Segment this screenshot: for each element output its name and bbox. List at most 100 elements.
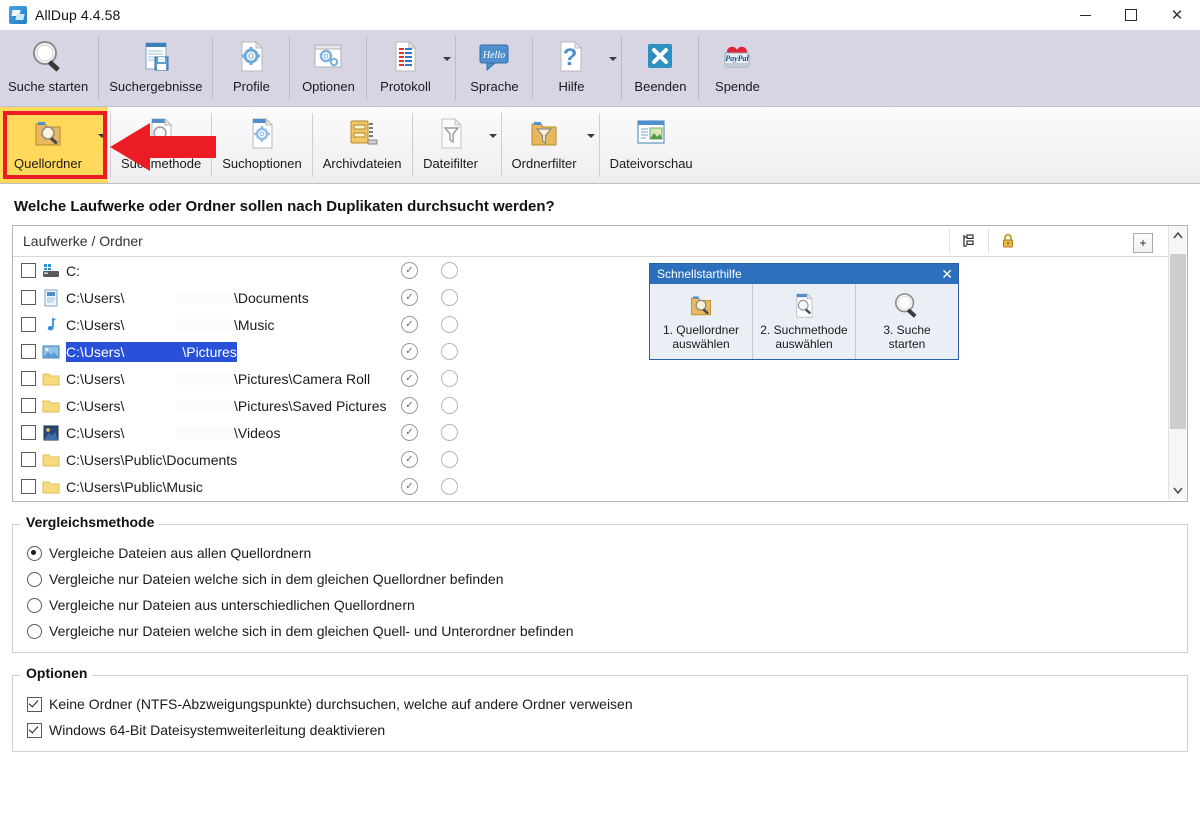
row-checkbox[interactable] — [21, 452, 36, 467]
table-row[interactable]: C:\Users\ \Pictures\Camera Roll ✓ — [13, 365, 1187, 392]
toolbar-button-optionen[interactable]: Optionen — [292, 30, 364, 106]
include-check-icon[interactable]: ✓ — [401, 343, 418, 360]
scroll-up-arrow-icon[interactable] — [1169, 226, 1187, 244]
lock-radio[interactable] — [441, 262, 458, 279]
videos-icon — [42, 424, 60, 442]
hilfe-dropdown-arrow[interactable] — [607, 30, 619, 106]
toolbar-button-dateivorschau[interactable]: Dateivorschau — [602, 107, 701, 183]
radio-option-all-source-folders[interactable]: Vergleiche Dateien aus allen Quellordner… — [27, 540, 1187, 566]
include-check-icon[interactable]: ✓ — [401, 424, 418, 441]
radio-icon[interactable] — [27, 571, 42, 587]
lock-radio[interactable] — [441, 451, 458, 468]
table-row[interactable]: C:\Users\ \Documents ✓ — [13, 284, 1187, 311]
toolbar-label: Profile — [233, 79, 270, 94]
protokoll-dropdown-arrow[interactable] — [441, 30, 453, 106]
lock-radio[interactable] — [441, 478, 458, 495]
list-scrollbar[interactable] — [1168, 226, 1187, 499]
toolbar-separator — [311, 113, 313, 177]
quickstart-step-2[interactable]: 2. Suchmethode auswählen — [753, 284, 856, 359]
toolbar-separator — [455, 36, 457, 100]
row-checkbox[interactable] — [21, 371, 36, 386]
radio-option-same-source-and-subfolder[interactable]: Vergleiche nur Dateien welche sich in de… — [27, 618, 1187, 644]
checkbox-icon[interactable] — [27, 696, 42, 712]
include-check-icon[interactable]: ✓ — [401, 397, 418, 414]
lock-radio[interactable] — [441, 316, 458, 333]
include-check-icon[interactable]: ✓ — [401, 316, 418, 333]
table-row[interactable]: C:\Users\ \Music ✓ — [13, 311, 1187, 338]
tree-hierarchy-icon[interactable] — [949, 228, 988, 254]
options-group: Optionen Keine Ordner (NTFS-Abzweigungsp… — [12, 665, 1188, 752]
toolbar-separator — [500, 113, 502, 177]
toolbar-button-dateifilter[interactable]: Dateifilter — [415, 107, 487, 183]
toolbar-button-spende[interactable]: PayPal Spende — [701, 30, 773, 106]
radio-icon[interactable] — [27, 597, 42, 613]
lock-radio[interactable] — [441, 397, 458, 414]
radio-option-same-source-folder[interactable]: Vergleiche nur Dateien welche sich in de… — [27, 566, 1187, 592]
toolbar-button-protokoll[interactable]: Protokoll — [369, 30, 441, 106]
toolbar-button-sprache[interactable]: Hello Sprache — [458, 30, 530, 106]
row-checkbox[interactable] — [21, 290, 36, 305]
column-header-drives-folders[interactable]: Laufwerke / Ordner — [13, 233, 949, 249]
table-row[interactable]: C: ✓ — [13, 257, 1187, 284]
include-check-icon[interactable]: ✓ — [401, 478, 418, 495]
toolbar-label: Beenden — [634, 79, 687, 94]
radio-icon[interactable] — [27, 623, 42, 639]
toolbar-button-quellordner[interactable]: Quellordner — [0, 107, 96, 183]
toolbar-label: Suche starten — [8, 79, 89, 94]
include-check-icon[interactable]: ✓ — [401, 289, 418, 306]
row-checkbox[interactable] — [21, 263, 36, 278]
toolbar-button-hilfe[interactable]: ? Hilfe — [535, 30, 607, 106]
log-document-icon — [385, 35, 425, 79]
include-check-icon[interactable]: ✓ — [401, 370, 418, 387]
quickstart-step-1-line1: 1. Quellordner — [662, 323, 740, 337]
padlock-icon[interactable] — [988, 228, 1027, 254]
lock-radio[interactable] — [441, 289, 458, 306]
row-checkbox[interactable] — [21, 425, 36, 440]
row-marks: ✓ — [401, 365, 458, 392]
toolbar-button-suche-starten[interactable]: Suche starten — [0, 30, 96, 106]
scrollbar-thumb[interactable] — [1170, 254, 1186, 429]
toolbar-button-profile[interactable]: Profile — [215, 30, 287, 106]
checkbox-option-disable-wow64-redirection[interactable]: Windows 64-Bit Dateisystemweiterleitung … — [27, 717, 1187, 743]
row-checkbox[interactable] — [21, 479, 36, 494]
close-button[interactable]: ✕ — [1154, 0, 1200, 30]
checkbox-option-ntfs-junctions[interactable]: Keine Ordner (NTFS-Abzweigungspunkte) du… — [27, 691, 1187, 717]
toolbar-button-archivdateien[interactable]: Archivdateien — [315, 107, 410, 183]
ordnerfilter-dropdown-arrow[interactable] — [585, 107, 597, 183]
row-checkbox[interactable] — [21, 398, 36, 413]
lock-radio[interactable] — [441, 343, 458, 360]
quellordner-highlight-wrapper: Quellordner — [0, 107, 108, 183]
include-check-icon[interactable]: ✓ — [401, 451, 418, 468]
options-legend: Optionen — [21, 665, 93, 681]
toolbar-button-beenden[interactable]: Beenden — [624, 30, 696, 106]
dateifilter-dropdown-arrow[interactable] — [487, 107, 499, 183]
quickstart-step-1[interactable]: 1. Quellordner auswählen — [650, 284, 753, 359]
checkbox-icon[interactable] — [27, 722, 42, 738]
radio-icon[interactable] — [27, 545, 42, 561]
table-row[interactable]: C:\Users\Public\Documents ✓ — [13, 446, 1187, 473]
minimize-button[interactable] — [1062, 0, 1108, 30]
quellordner-dropdown-arrow[interactable] — [96, 107, 108, 183]
table-row[interactable]: C:\Users\Public\Music ✓ — [13, 473, 1187, 500]
row-checkbox[interactable] — [21, 317, 36, 332]
scroll-down-arrow-icon[interactable] — [1169, 481, 1187, 499]
pictures-icon — [42, 343, 60, 361]
lock-radio[interactable] — [441, 424, 458, 441]
maximize-button[interactable] — [1108, 0, 1154, 30]
row-checkbox[interactable] — [21, 344, 36, 359]
quickstart-step-3[interactable]: 3. Suche starten — [856, 284, 958, 359]
toolbar-button-ordnerfilter[interactable]: Ordnerfilter — [504, 107, 585, 183]
lock-radio[interactable] — [441, 370, 458, 387]
toolbar-separator — [621, 36, 623, 100]
toolbar-button-suchoptionen[interactable]: Suchoptionen — [214, 107, 310, 183]
compare-method-legend: Vergleichsmethode — [21, 514, 160, 530]
radio-option-different-source-folders[interactable]: Vergleiche nur Dateien aus unterschiedli… — [27, 592, 1187, 618]
table-row[interactable]: C:\Users\ \Videos ✓ — [13, 419, 1187, 446]
table-row[interactable]: C:\Users\ \Pictures\Saved Pictures ✓ — [13, 392, 1187, 419]
close-icon[interactable]: ✕ — [941, 267, 953, 281]
table-row-selected[interactable]: C:\Users\ \Pictures ✓ — [13, 338, 1187, 365]
add-folder-button[interactable]: + — [1133, 233, 1153, 253]
compare-method-group: Vergleichsmethode Vergleiche Dateien aus… — [12, 514, 1188, 653]
toolbar-button-suchergebnisse[interactable]: Suchergebnisse — [101, 30, 210, 106]
include-check-icon[interactable]: ✓ — [401, 262, 418, 279]
